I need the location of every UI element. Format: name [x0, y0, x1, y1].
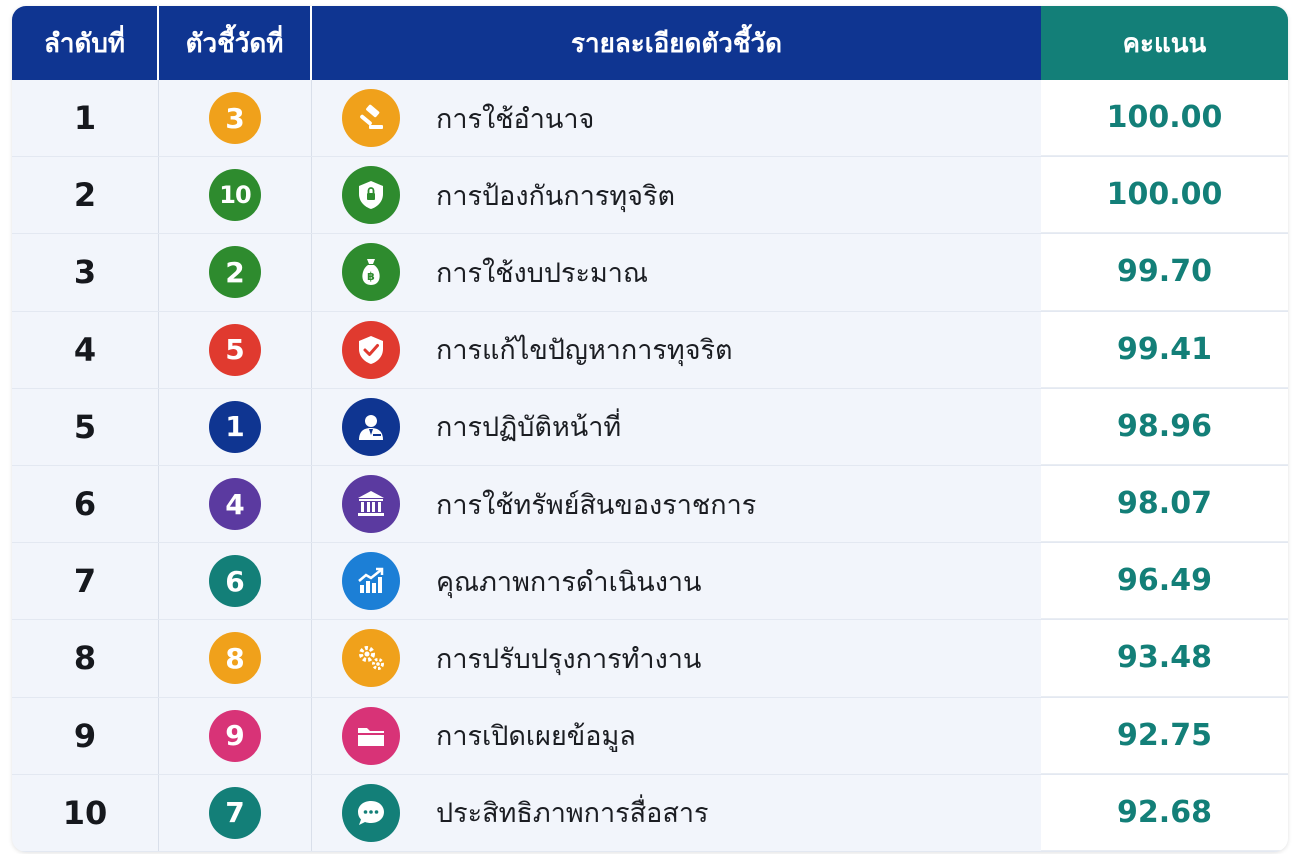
table-row: 4 5 การแก้ไขปัญหาการทุจริต 99.41	[12, 311, 1288, 389]
indicator-badge: 2	[209, 246, 261, 299]
table-row: 2 10 การป้องกันการทุจริต 100.00	[12, 157, 1288, 235]
rank-cell: 1	[12, 80, 159, 157]
indicator-cell: 9	[159, 697, 312, 774]
detail-cell: การป้องกันการทุจริต	[312, 157, 1041, 233]
money-bag-icon: ฿	[342, 243, 400, 302]
table-row: 1 3 การใช้อำนาจ 100.00	[12, 80, 1288, 158]
detail-cell: การใช้ทรัพย์สินของราชการ	[312, 466, 1041, 542]
building-icon	[342, 475, 400, 534]
detail-text: การใช้งบประมาณ	[436, 257, 648, 289]
chat-bubble-icon	[342, 783, 400, 842]
rank-cell: 7	[12, 543, 159, 620]
score-cell: 98.07	[1041, 465, 1288, 543]
detail-cell: ประสิทธิภาพการสื่อสาร	[312, 775, 1041, 851]
indicator-badge: 10	[209, 169, 261, 222]
detail-cell: คุณภาพการดำเนินงาน	[312, 543, 1041, 619]
detail-text: ประสิทธิภาพการสื่อสาร	[436, 798, 709, 830]
shield-lock-icon	[342, 166, 400, 225]
officer-icon	[342, 397, 400, 456]
indicator-cell: 5	[159, 311, 312, 388]
table-row: 3 2 ฿ การใช้งบประมาณ 99.70	[12, 234, 1288, 312]
detail-cell: การเปิดเผยข้อมูล	[312, 698, 1041, 774]
table-body: 1 3 การใช้อำนาจ 100.00 2 10 การป้องกันการทุจริ…	[12, 80, 1288, 852]
rank-cell: 5	[12, 388, 159, 465]
indicator-cell: 3	[159, 80, 312, 157]
detail-text: การใช้ทรัพย์สินของราชการ	[436, 489, 757, 521]
header-detail: รายละเอียดตัวชี้วัด	[312, 6, 1041, 80]
table-row: 9 9 การเปิดเผยข้อมูล 92.75	[12, 697, 1288, 775]
indicator-badge: 6	[209, 555, 261, 608]
score-cell: 93.48	[1041, 620, 1288, 697]
indicator-badge: 9	[209, 709, 261, 762]
detail-text: การเปิดเผยข้อมูล	[436, 721, 636, 753]
detail-text: การใช้อำนาจ	[436, 103, 595, 135]
table-row: 6 4 การใช้ทรัพย์สินของราชการ 98.07	[12, 465, 1288, 544]
score-cell: 96.49	[1041, 543, 1288, 620]
table-header: ลำดับที่ ตัวชี้วัดที่ รายละเอียดตัวชี้วั…	[12, 6, 1288, 80]
table-row: 10 7 ประสิทธิภาพการสื่อสาร 92.68	[12, 774, 1288, 852]
detail-text: การปฏิบัติหน้าที่	[436, 412, 622, 444]
indicator-score-table: ลำดับที่ ตัวชี้วัดที่ รายละเอียดตัวชี้วั…	[12, 6, 1288, 852]
indicator-badge: 3	[209, 92, 261, 145]
detail-cell: การใช้อำนาจ	[312, 80, 1041, 156]
indicator-cell: 1	[159, 388, 312, 465]
rank-cell: 10	[12, 774, 159, 851]
detail-cell: ฿ การใช้งบประมาณ	[312, 234, 1041, 310]
indicator-badge: 1	[209, 400, 261, 453]
score-cell: 99.70	[1041, 234, 1288, 311]
rank-cell: 9	[12, 697, 159, 774]
score-cell: 92.68	[1041, 774, 1288, 851]
header-rank: ลำดับที่	[12, 6, 159, 80]
detail-cell: การแก้ไขปัญหาการทุจริต	[312, 312, 1041, 388]
detail-text: คุณภาพการดำเนินงาน	[436, 566, 702, 598]
header-indicator: ตัวชี้วัดที่	[159, 6, 312, 80]
score-cell: 100.00	[1041, 80, 1288, 157]
shield-check-icon	[342, 320, 400, 379]
header-score: คะแนน	[1041, 6, 1288, 80]
rank-cell: 8	[12, 620, 159, 697]
indicator-cell: 6	[159, 543, 312, 620]
rank-cell: 3	[12, 234, 159, 311]
gavel-icon	[342, 89, 400, 148]
table-row: 7 6 คุณภาพการดำเนินงาน 96.49	[12, 543, 1288, 621]
indicator-badge: 4	[209, 478, 261, 531]
indicator-badge: 8	[209, 632, 261, 685]
folder-icon	[342, 706, 400, 765]
detail-cell: การปรับปรุงการทำงาน	[312, 620, 1041, 696]
rank-cell: 6	[12, 465, 159, 543]
svg-text:฿: ฿	[367, 270, 375, 283]
gears-icon	[342, 629, 400, 688]
table-row: 5 1 การปฏิบัติหน้าที่ 98.96	[12, 388, 1288, 466]
indicator-cell: 8	[159, 620, 312, 697]
rank-cell: 2	[12, 157, 159, 234]
indicator-badge: 7	[209, 786, 261, 839]
indicator-cell: 10	[159, 157, 312, 234]
growth-chart-icon	[342, 552, 400, 611]
indicator-cell: 2	[159, 234, 312, 311]
detail-cell: การปฏิบัติหน้าที่	[312, 389, 1041, 465]
indicator-badge: 5	[209, 323, 261, 376]
indicator-cell: 4	[159, 465, 312, 543]
score-cell: 92.75	[1041, 697, 1288, 774]
score-cell: 100.00	[1041, 157, 1288, 234]
detail-text: การปรับปรุงการทำงาน	[436, 643, 702, 675]
score-cell: 99.41	[1041, 311, 1288, 388]
table-row: 8 8 การปรับปรุงการทำงาน 93.48	[12, 620, 1288, 698]
indicator-cell: 7	[159, 774, 312, 851]
detail-text: การป้องกันการทุจริต	[436, 180, 676, 212]
detail-text: การแก้ไขปัญหาการทุจริต	[436, 335, 733, 367]
score-cell: 98.96	[1041, 388, 1288, 465]
rank-cell: 4	[12, 311, 159, 388]
